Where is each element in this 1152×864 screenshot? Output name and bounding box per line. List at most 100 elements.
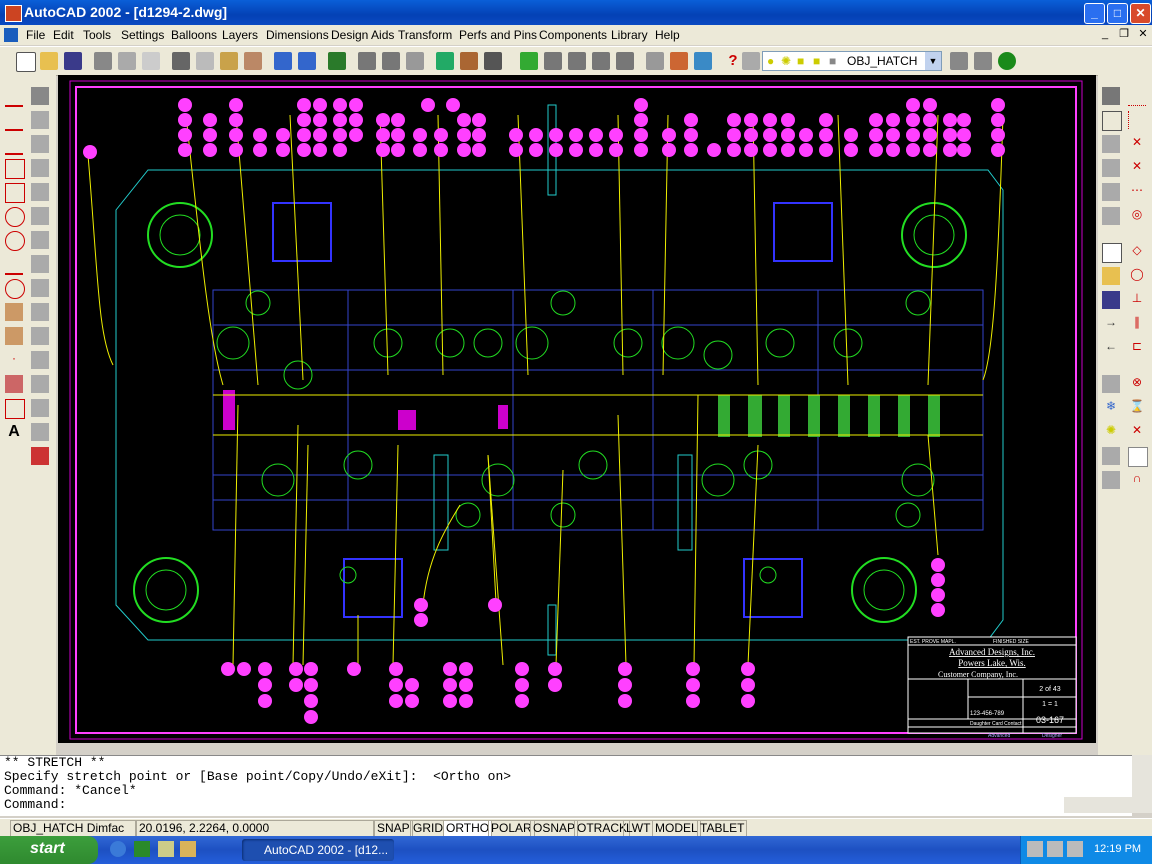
layer-previous-icon[interactable] — [974, 52, 992, 70]
osnap-apparent-icon[interactable]: ✕ — [1128, 159, 1146, 177]
osnap-parallel-icon[interactable]: ∥ — [1128, 315, 1146, 333]
autocad-app-icon[interactable] — [5, 5, 22, 22]
paste-icon[interactable] — [220, 52, 238, 70]
undo-icon[interactable] — [274, 52, 292, 70]
start-button[interactable]: start — [0, 836, 98, 864]
osnap-nearest-icon[interactable]: ⌛ — [1128, 399, 1146, 417]
menu-balloons[interactable]: Balloons — [171, 28, 217, 42]
menu-dimensions[interactable]: Dimensions — [266, 28, 329, 42]
light-icon[interactable]: ✺ — [1102, 423, 1120, 441]
horizontal-scrollbar[interactable] — [1064, 797, 1152, 813]
match-properties-icon[interactable] — [244, 52, 262, 70]
make-current-layer-icon[interactable] — [950, 52, 968, 70]
grid-toggle[interactable]: GRID — [410, 820, 446, 837]
menu-design-aids[interactable]: Design Aids — [331, 28, 394, 42]
table-icon[interactable] — [460, 52, 478, 70]
minimize-button[interactable]: _ — [1084, 3, 1105, 24]
snap-toggle[interactable]: SNAP — [374, 820, 413, 837]
open-folder-icon[interactable] — [1102, 267, 1120, 285]
dim-aligned-icon[interactable] — [1102, 111, 1122, 131]
ie-icon[interactable] — [110, 841, 126, 857]
menu-perfs-and-pins[interactable]: Perfs and Pins — [459, 28, 537, 42]
layer-tool-icon[interactable] — [436, 52, 454, 70]
circle-icon[interactable] — [5, 231, 25, 251]
drawing-area[interactable]: EST. PROVE MAPL. FINISHED SIZE Advanced … — [58, 75, 1096, 743]
dim-ordinate-icon[interactable] — [1102, 135, 1120, 153]
stretch-icon[interactable] — [31, 279, 49, 297]
osnap-quadrant-icon[interactable]: ◇ — [1128, 243, 1146, 261]
cut-icon[interactable] — [172, 52, 190, 70]
copy-icon[interactable] — [196, 52, 214, 70]
folder-icon[interactable] — [180, 841, 196, 857]
new-icon[interactable] — [16, 52, 36, 72]
save-icon[interactable] — [64, 52, 82, 70]
osnap-tangent-icon[interactable]: ◯ — [1128, 267, 1146, 285]
chevron-down-icon[interactable]: ▼ — [925, 52, 941, 70]
menu-layers[interactable]: Layers — [222, 28, 258, 42]
text-icon[interactable] — [484, 52, 502, 70]
menu-tools[interactable]: Tools — [83, 28, 111, 42]
arc-icon[interactable] — [5, 207, 25, 227]
document-icon[interactable] — [4, 28, 18, 42]
construction-line-icon[interactable] — [5, 111, 23, 131]
osnap-insert-icon[interactable]: ⊏ — [1128, 339, 1146, 357]
polygon-icon[interactable] — [5, 159, 25, 179]
layer-stack-icon[interactable] — [1102, 375, 1120, 393]
extend-icon[interactable] — [31, 351, 49, 369]
magnet-icon[interactable]: ∩ — [1128, 471, 1146, 489]
move-icon[interactable] — [31, 207, 49, 225]
layer-match-icon[interactable] — [1102, 447, 1120, 465]
menu-components[interactable]: Components — [539, 28, 607, 42]
sun-icon[interactable]: ✺ — [781, 54, 791, 68]
pan-icon[interactable] — [520, 52, 538, 70]
osnap-center-icon[interactable]: ◎ — [1128, 207, 1146, 225]
osnap-none-icon[interactable]: ✕ — [1128, 423, 1146, 441]
menu-edit[interactable]: Edit — [53, 28, 74, 42]
command-window[interactable]: ** STRETCH ** Specify stretch point or [… — [0, 755, 1132, 816]
arrow-left-icon[interactable]: ← — [1102, 339, 1120, 357]
help-icon[interactable]: ? — [724, 52, 742, 70]
rotate-icon[interactable] — [31, 231, 49, 249]
polar-toggle[interactable]: POLAR — [488, 820, 535, 837]
command-prompt[interactable]: Command: — [0, 798, 1132, 812]
doc-minimize-button[interactable]: _ — [1098, 28, 1112, 41]
arrow-right-icon[interactable]: → — [1102, 315, 1120, 333]
array-icon[interactable] — [31, 183, 49, 201]
maximize-button[interactable]: □ — [1107, 3, 1128, 24]
dimension-icon[interactable] — [382, 52, 400, 70]
menu-library[interactable]: Library — [611, 28, 648, 42]
osnap-endpoint-icon[interactable] — [1128, 87, 1146, 106]
ortho-toggle[interactable]: ORTHO — [443, 820, 493, 837]
trim-icon[interactable] — [31, 327, 49, 345]
osnap-perpendicular-icon[interactable]: ⊥ — [1128, 291, 1146, 309]
bulb-icon[interactable]: ● — [767, 54, 774, 68]
otrack-toggle[interactable]: OTRACK — [574, 820, 631, 837]
zoom-extents-icon[interactable] — [616, 52, 634, 70]
rectangle-icon[interactable] — [5, 183, 25, 203]
layers-manager-icon[interactable] — [742, 52, 760, 70]
menu-transform[interactable]: Transform — [398, 28, 452, 42]
snowflake-icon[interactable]: ❄ — [1102, 399, 1120, 417]
point-icon[interactable]: · — [5, 351, 23, 369]
erase-icon[interactable] — [31, 87, 49, 105]
menu-help[interactable]: Help — [655, 28, 680, 42]
cad-drawing[interactable]: EST. PROVE MAPL. FINISHED SIZE Advanced … — [58, 75, 1096, 743]
line-icon[interactable] — [5, 87, 23, 107]
hatch-icon[interactable] — [5, 375, 23, 393]
command-scrollbar[interactable] — [1132, 755, 1152, 797]
model-toggle[interactable]: MODEL — [652, 820, 701, 837]
scale-icon[interactable] — [31, 255, 49, 273]
break-icon[interactable] — [31, 375, 49, 393]
menu-file[interactable]: File — [26, 28, 45, 42]
globe-icon[interactable] — [328, 52, 346, 70]
dim-diameter-icon[interactable] — [1102, 183, 1120, 201]
doc-close-button[interactable]: ✕ — [1136, 28, 1150, 41]
properties-icon[interactable] — [646, 52, 664, 70]
ellipse-icon[interactable] — [5, 279, 25, 299]
zoom-realtime-icon[interactable] — [544, 52, 562, 70]
open-icon[interactable] — [40, 52, 58, 70]
print-preview-icon[interactable] — [118, 52, 136, 70]
lwt-toggle[interactable]: LWT — [623, 820, 654, 837]
lock-icon[interactable]: ■ — [797, 54, 804, 68]
database-icon[interactable] — [694, 52, 712, 70]
